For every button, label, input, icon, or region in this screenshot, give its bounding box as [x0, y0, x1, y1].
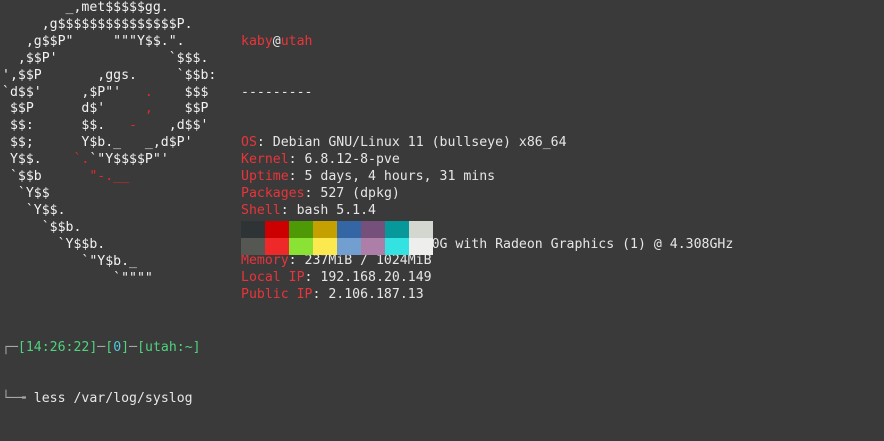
- logo-segment: $$P: [152, 101, 209, 117]
- info-value: bash 5.1.4: [296, 202, 376, 218]
- logo-segment: `$$b: [2, 169, 90, 185]
- prompt-dir: [utah:~]: [137, 339, 201, 355]
- palette-swatch: [409, 238, 433, 255]
- logo-segment: `.: [73, 152, 90, 168]
- info-row: Memory: 237MiB / 1024MiB: [241, 253, 733, 270]
- prompt-sep-2: ─: [129, 339, 138, 355]
- info-value: 2.106.187.13: [328, 287, 424, 303]
- prompt-time: [14:26:22]: [17, 339, 98, 355]
- logo-segment: $$P d$': [2, 101, 145, 117]
- terminal-window[interactable]: _,met$$$$$gg. ,g$$$$$$$$$$$$$$$P. ,g$$P"…: [0, 0, 884, 441]
- logo-segment: ,: [144, 101, 153, 117]
- prompt-exit-close: ]: [121, 339, 130, 355]
- logo-segment: `Y$$: [2, 185, 50, 201]
- shell-prompt: ┌─[14:26:22]─[0]─[utah:~] └─╼ less /var/…: [2, 306, 201, 441]
- logo-segment: `"Y$$$$P"': [89, 152, 169, 168]
- system-info: kaby@utah --------- OS: Debian GNU/Linux…: [241, 0, 733, 338]
- command-text[interactable]: less /var/log/syslog: [34, 391, 193, 406]
- info-colon: :: [288, 169, 305, 184]
- info-label: Shell: [241, 202, 281, 218]
- info-value: 237MiB / 1024MiB: [304, 253, 432, 269]
- info-value: 527 (dpkg): [320, 185, 400, 201]
- info-label: Memory: [241, 253, 289, 269]
- logo-segment: `$$b.: [2, 219, 82, 235]
- logo-segment: `"Y$b._: [2, 253, 137, 269]
- info-label: Public IP: [241, 287, 313, 303]
- logo-segment: `d$$' ,$P"': [2, 84, 145, 100]
- info-row: Local IP: 192.168.20.149: [241, 270, 733, 287]
- prompt-command-line[interactable]: └─╼ less /var/log/syslog: [2, 391, 201, 408]
- prompt-status-line: ┌─[14:26:22]─[0]─[utah:~]: [2, 340, 201, 357]
- logo-segment: -: [129, 118, 137, 134]
- palette-swatch: [241, 221, 265, 238]
- info-colon: :: [280, 202, 297, 218]
- at-sign: @: [272, 33, 281, 49]
- info-label: Local IP: [241, 270, 305, 286]
- info-row: Packages: 527 (dpkg): [241, 186, 733, 203]
- logo-segment: ,d$$': [137, 118, 209, 134]
- header-separator: ---------: [241, 84, 313, 100]
- logo-segment: `"""": [2, 270, 153, 286]
- logo-segment: $$$: [152, 84, 209, 100]
- palette-swatch: [361, 221, 385, 238]
- logo-segment: ,$$P' `$$$.: [2, 50, 209, 66]
- palette-swatch: [337, 221, 361, 238]
- logo-segment: `Y$$b.: [2, 236, 106, 252]
- palette-swatch: [241, 238, 265, 255]
- palette-swatch: [385, 221, 409, 238]
- palette-swatch: [289, 221, 313, 238]
- username: kaby: [241, 33, 273, 49]
- logo-segment: ,g$$$$$$$$$$$$$$$P.: [2, 16, 193, 32]
- palette-swatch: [265, 238, 289, 255]
- info-colon: :: [288, 253, 305, 269]
- info-value: 5 days, 4 hours, 31 mins: [304, 169, 496, 184]
- logo-segment: .: [144, 84, 153, 100]
- info-value: 192.168.20.149: [320, 270, 432, 286]
- palette-swatch: [313, 238, 337, 255]
- info-colon: :: [288, 152, 305, 168]
- info-row: Kernel: 6.8.12-8-pve: [241, 152, 733, 169]
- user-host-header: kaby@utah: [241, 34, 733, 51]
- palette-swatch: [337, 238, 361, 255]
- logo-segment: `Y$$.: [2, 202, 66, 218]
- info-label: Packages: [241, 185, 305, 201]
- palette-normal-row: [241, 221, 433, 238]
- info-row: OS: Debian GNU/Linux 11 (bullseye) x86_6…: [241, 135, 733, 152]
- color-palette: [241, 221, 433, 255]
- info-row: Uptime: 5 days, 4 hours, 31 mins: [241, 169, 733, 186]
- palette-swatch: [385, 238, 409, 255]
- palette-bright-row: [241, 238, 433, 255]
- logo-segment: $$; Y$b._ _,d$P': [2, 135, 193, 151]
- logo-segment: Y$$.: [2, 152, 74, 168]
- hostname: utah: [280, 33, 313, 49]
- info-colon: :: [304, 185, 321, 201]
- info-value: 6.8.12-8-pve: [304, 152, 400, 168]
- logo-segment: ',$$P ,ggs. `$$b:: [2, 67, 217, 83]
- logo-segment: $$: $$.: [2, 118, 130, 134]
- prompt-exit-open: [: [105, 339, 114, 355]
- logo-segment: _,met$$$$$gg.: [2, 0, 169, 15]
- info-rows: OS: Debian GNU/Linux 11 (bullseye) x86_6…: [241, 135, 733, 304]
- info-label: Uptime: [241, 169, 289, 184]
- palette-swatch: [409, 221, 433, 238]
- prompt-corner-bottom: └─: [2, 390, 18, 406]
- palette-swatch: [265, 221, 289, 238]
- info-value: Debian GNU/Linux 11 (bullseye) x86_64: [272, 135, 567, 151]
- palette-swatch: [289, 238, 313, 255]
- info-colon: :: [256, 135, 273, 151]
- info-label: OS: [241, 135, 257, 151]
- logo-segment: ,g$$P" """Y$$.".: [2, 33, 185, 49]
- debian-ascii-logo: _,met$$$$$gg. ,g$$$$$$$$$$$$$$$P. ,g$$P"…: [2, 0, 216, 287]
- info-row: Public IP: 2.106.187.13: [241, 287, 733, 304]
- logo-segment: "-.__: [89, 169, 130, 185]
- prompt-corner-top: ┌─: [2, 339, 18, 355]
- info-colon: :: [312, 287, 329, 303]
- palette-swatch: [313, 221, 337, 238]
- palette-swatch: [361, 238, 385, 255]
- prompt-pipe: ╼: [17, 390, 34, 406]
- info-colon: :: [304, 270, 321, 286]
- info-label: Kernel: [241, 152, 289, 168]
- prompt-exit-code: 0: [113, 339, 122, 355]
- info-row: Shell: bash 5.1.4: [241, 203, 733, 220]
